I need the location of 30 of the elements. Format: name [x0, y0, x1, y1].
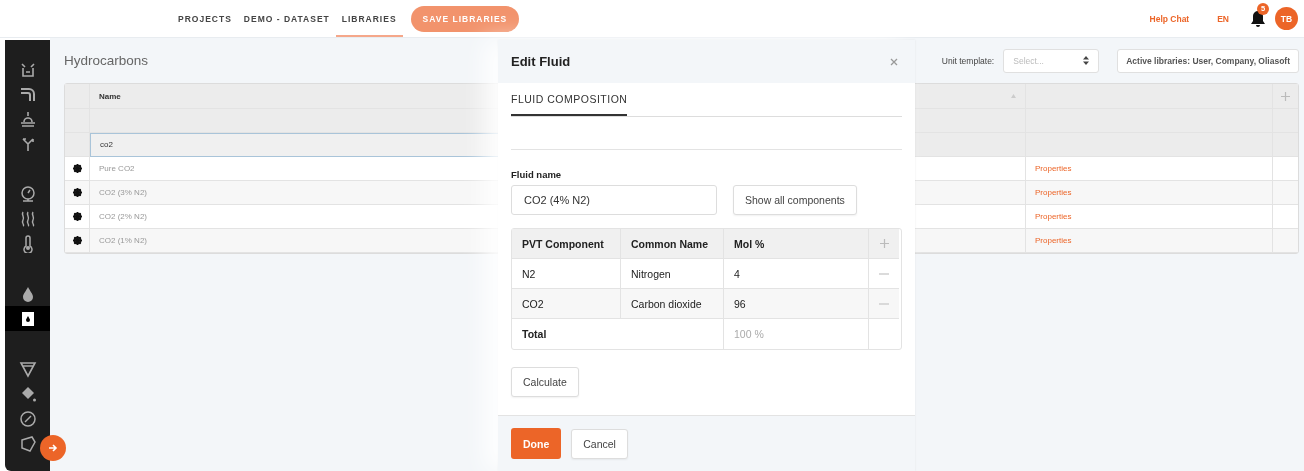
- tab[interactable]: FLUID COMPOSITION: [511, 83, 628, 116]
- table-cell: Carbon dioxide: [621, 289, 724, 319]
- column-header: Common Name: [621, 229, 724, 259]
- column-header: PVT Component: [512, 229, 621, 259]
- column-header: Mol %: [724, 229, 869, 259]
- field-label: Fluid name: [511, 169, 563, 180]
- sort-arrows-icon: [1083, 56, 1090, 65]
- expand-button[interactable]: [40, 435, 66, 461]
- close-icon: [890, 57, 898, 66]
- table-cell: Total: [512, 319, 724, 349]
- cancel-button[interactable]: Cancel: [571, 428, 628, 459]
- fluid-name-field[interactable]: CO2 (4% N2): [511, 185, 717, 215]
- library-title: Hydrocarbons: [64, 53, 149, 68]
- bell-icon[interactable]: [1249, 8, 1267, 29]
- field-label: Unit template:: [941, 55, 995, 66]
- table-cell: 96: [724, 289, 869, 319]
- sidebar-item[interactable]: [5, 306, 50, 331]
- compass-icon: [18, 409, 37, 428]
- nav-tab[interactable]: PROJECTS: [172, 0, 238, 37]
- dialog-title: Edit Fluid: [511, 54, 571, 69]
- calculate-button[interactable]: Calculate: [511, 367, 579, 397]
- nav-tab[interactable]: DEMO - DATASET: [237, 0, 336, 37]
- gauge-icon: [18, 184, 37, 203]
- table-cell: CO2: [512, 289, 621, 319]
- platform-icon: [18, 109, 37, 128]
- show-all-components-button[interactable]: Show all components: [733, 185, 857, 215]
- table-cell: 100 %: [724, 319, 869, 349]
- funnel-icon: [18, 359, 37, 378]
- active-libraries-button[interactable]: Active libraries: User, Company, Oliasoft: [1117, 48, 1299, 73]
- arrow-right-icon: [48, 443, 58, 453]
